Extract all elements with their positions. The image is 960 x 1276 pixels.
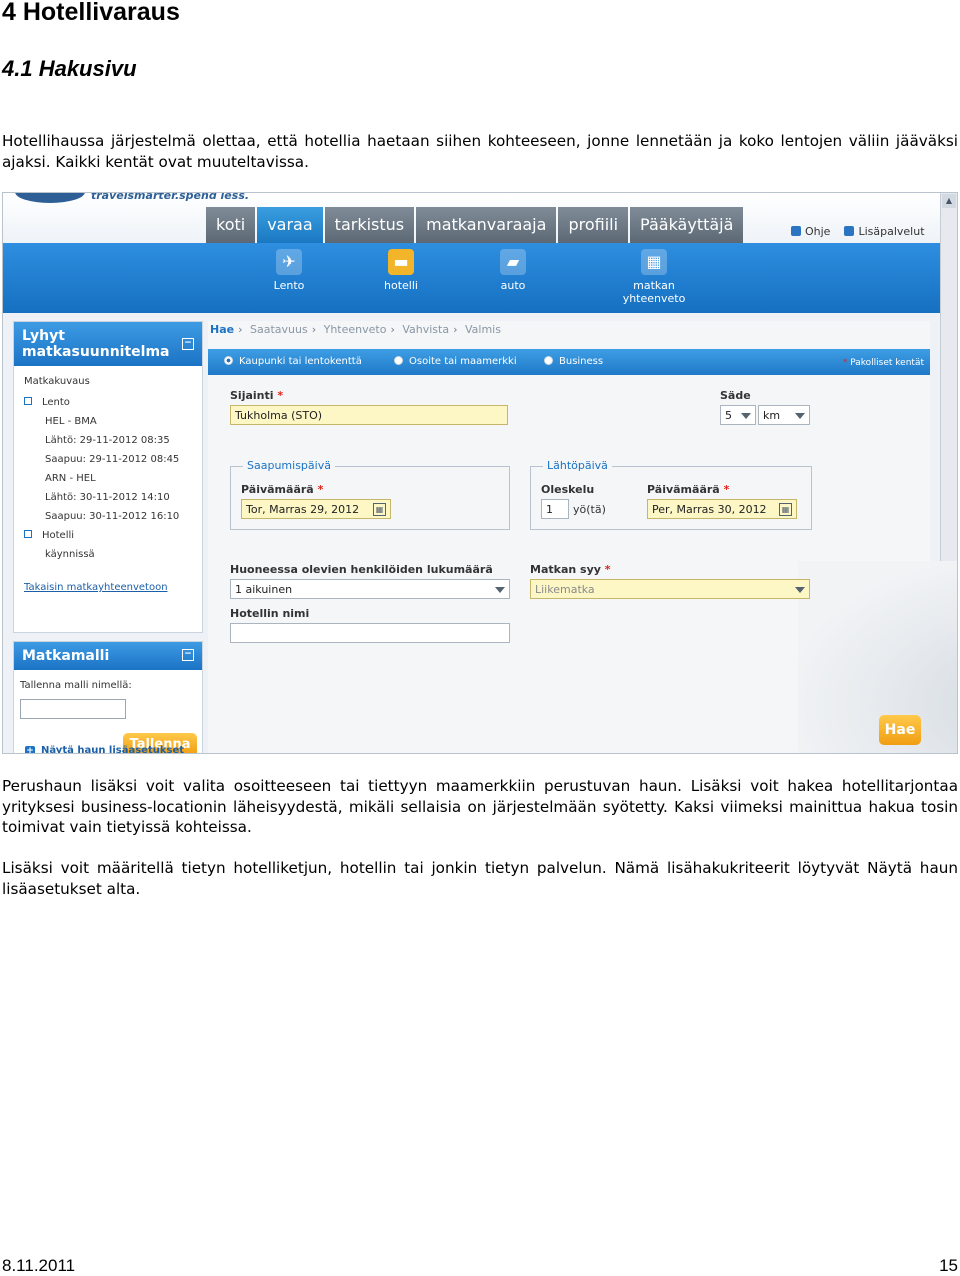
chevron-down-icon (741, 413, 751, 419)
itinerary-section-label: Matkakuvaus (24, 376, 90, 387)
main-nav: koti varaa tarkistus matkanvaraaja profi… (206, 207, 745, 243)
itinerary-detail: Lähtö: 29-11-2012 08:35 (45, 435, 170, 446)
plus-icon: + (25, 746, 35, 754)
persons-label: Huoneessa olevien henkilöiden lukumäärä (230, 563, 493, 576)
app-screenshot: travelsmarter.spend less. koti varaa tar… (2, 192, 958, 754)
stay-input[interactable]: 1 (541, 499, 569, 519)
collapse-icon[interactable]: − (182, 338, 194, 350)
tab-profiili[interactable]: profiili (558, 207, 629, 243)
itinerary-detail: Saapuu: 29-11-2012 08:45 (45, 454, 180, 465)
itinerary-item-hotelli: Hotelli (24, 526, 202, 545)
itinerary-detail: Lähtö: 30-11-2012 14:10 (45, 492, 170, 503)
breadcrumb-step: Hae (210, 323, 235, 336)
persons-select[interactable]: 1 aikuinen (230, 579, 510, 599)
stay-unit: yö(tä) (573, 503, 606, 516)
paragraph-more-options: Lisäksi voit määritellä tietyn hotellike… (2, 859, 958, 898)
template-name-input[interactable] (20, 699, 126, 719)
search-button[interactable]: Hae (879, 715, 921, 745)
radius-label: Säde (720, 389, 751, 402)
help-link[interactable]: Ohje (791, 225, 830, 238)
location-label: Sijainti * (230, 389, 284, 402)
paragraph-search-options: Perushaun lisäksi voit valita osoitteese… (2, 777, 958, 837)
itinerary-panel: Lyhyt matkasuunnitelma − Matkakuvaus Len… (13, 321, 203, 633)
itinerary-detail: HEL - BMA (45, 416, 97, 427)
edit-icon (844, 226, 855, 236)
extra-services-link[interactable]: Lisäpalvelut (844, 225, 925, 238)
radius-select[interactable]: 5 (720, 405, 756, 425)
tab-matkanvaraaja[interactable]: matkanvaraaja (416, 207, 557, 243)
breadcrumb-step: Vahvista (402, 323, 450, 336)
arrival-group: Saapumispäivä Päivämäärä * Tor, Marras 2… (230, 459, 510, 530)
subnav-matkan-yhteenveto[interactable]: ▦ matkan yhteenveto (613, 249, 695, 305)
calendar-icon[interactable]: ▦ (779, 503, 792, 516)
template-header: Matkamalli − (14, 642, 202, 670)
subnav-hotelli[interactable]: ▬ hotelli (361, 249, 441, 292)
stay-label: Oleskelu (541, 483, 595, 496)
logo-icon (15, 193, 85, 203)
search-form: Hae › Saatavuus › Yhteenveto › Vahvista › Va… (208, 321, 957, 753)
hotel-icon: ▬ (388, 249, 414, 275)
tab-tarkistus[interactable]: tarkistus (324, 207, 415, 243)
scroll-up-icon[interactable]: ▲ (942, 194, 956, 208)
tab-paakayttaja[interactable]: Pääkäyttäjä (630, 207, 744, 243)
chevron-down-icon (795, 413, 805, 419)
chevron-down-icon (495, 587, 505, 593)
help-icon (791, 226, 801, 236)
subnav-lento[interactable]: ✈ Lento (249, 249, 329, 292)
tab-koti[interactable]: koti (206, 207, 256, 243)
checkbox-icon (24, 397, 32, 405)
breadcrumb: Hae › Saatavuus › Yhteenveto › Vahvista › Va… (210, 323, 501, 336)
arrival-group-title: Saapumispäivä (243, 459, 335, 472)
tab-varaa[interactable]: varaa (257, 207, 323, 243)
back-to-summary-link[interactable]: Takaisin matkayhteenvetoon (24, 582, 202, 593)
required-note: * Pakolliset kentät (842, 358, 924, 368)
paragraph-intro: Hotellihaussa järjestelmä olettaa, että … (2, 132, 958, 171)
template-name-label: Tallenna malli nimellä: (20, 680, 132, 691)
departure-date-label: Päivämäärä * (647, 483, 730, 496)
arrival-date-input[interactable]: Tor, Marras 29, 2012 ▦ (241, 499, 391, 519)
cart-icon: ▦ (641, 249, 667, 275)
itinerary-detail: käynnissä (45, 549, 95, 560)
subnav-auto[interactable]: ▰ auto (473, 249, 553, 292)
itinerary-header: Lyhyt matkasuunnitelma − (14, 322, 202, 366)
arrival-date-label: Päivämäärä * (241, 483, 324, 496)
departure-date-input[interactable]: Per, Marras 30, 2012 ▦ (647, 499, 797, 519)
breadcrumb-step: Saatavuus (250, 323, 308, 336)
breadcrumb-step: Valmis (465, 323, 501, 336)
radius-unit-select[interactable]: km (758, 405, 810, 425)
trip-reason-select[interactable]: Liikematka (530, 579, 810, 599)
car-icon: ▰ (500, 249, 526, 275)
radio-city-airport[interactable]: Kaupunki tai lentokenttä (224, 356, 362, 367)
location-input[interactable]: Tukholma (STO) (230, 405, 508, 425)
page-number: 15 (939, 1256, 958, 1275)
footer-date: 8.11.2011 (2, 1256, 76, 1275)
heading-1: 4 Hotellivaraus (2, 0, 180, 26)
trip-reason-label: Matkan syy * (530, 563, 611, 576)
top-links: Ohje Lisäpalvelut (791, 225, 925, 238)
checkbox-icon (24, 530, 32, 538)
plane-icon: ✈ (276, 249, 302, 275)
itinerary-detail: Saapuu: 30-11-2012 16:10 (45, 511, 180, 522)
chevron-down-icon (795, 587, 805, 593)
background-photo (798, 561, 957, 753)
search-type-bar: Kaupunki tai lentokenttä Osoite tai maam… (208, 349, 930, 375)
itinerary-item-lento: Lento (24, 393, 202, 412)
collapse-icon[interactable]: − (182, 649, 194, 661)
logo-tagline: travelsmarter.spend less. (91, 192, 250, 202)
hotel-name-label: Hotellin nimi (230, 607, 310, 620)
itinerary-detail: ARN - HEL (45, 473, 96, 484)
radio-business[interactable]: Business (544, 356, 603, 367)
departure-group-title: Lähtöpäivä (543, 459, 612, 472)
breadcrumb-step: Yhteenveto (323, 323, 387, 336)
heading-2: 4.1 Hakusivu (2, 56, 137, 81)
calendar-icon[interactable]: ▦ (373, 503, 386, 516)
more-options-link[interactable]: + Näytä haun lisäasetukset (25, 745, 184, 754)
departure-group: Lähtöpäivä Oleskelu 1 yö(tä) Päivämäärä … (530, 459, 812, 530)
radio-address-landmark[interactable]: Osoite tai maamerkki (394, 356, 517, 367)
hotel-name-input[interactable] (230, 623, 510, 643)
